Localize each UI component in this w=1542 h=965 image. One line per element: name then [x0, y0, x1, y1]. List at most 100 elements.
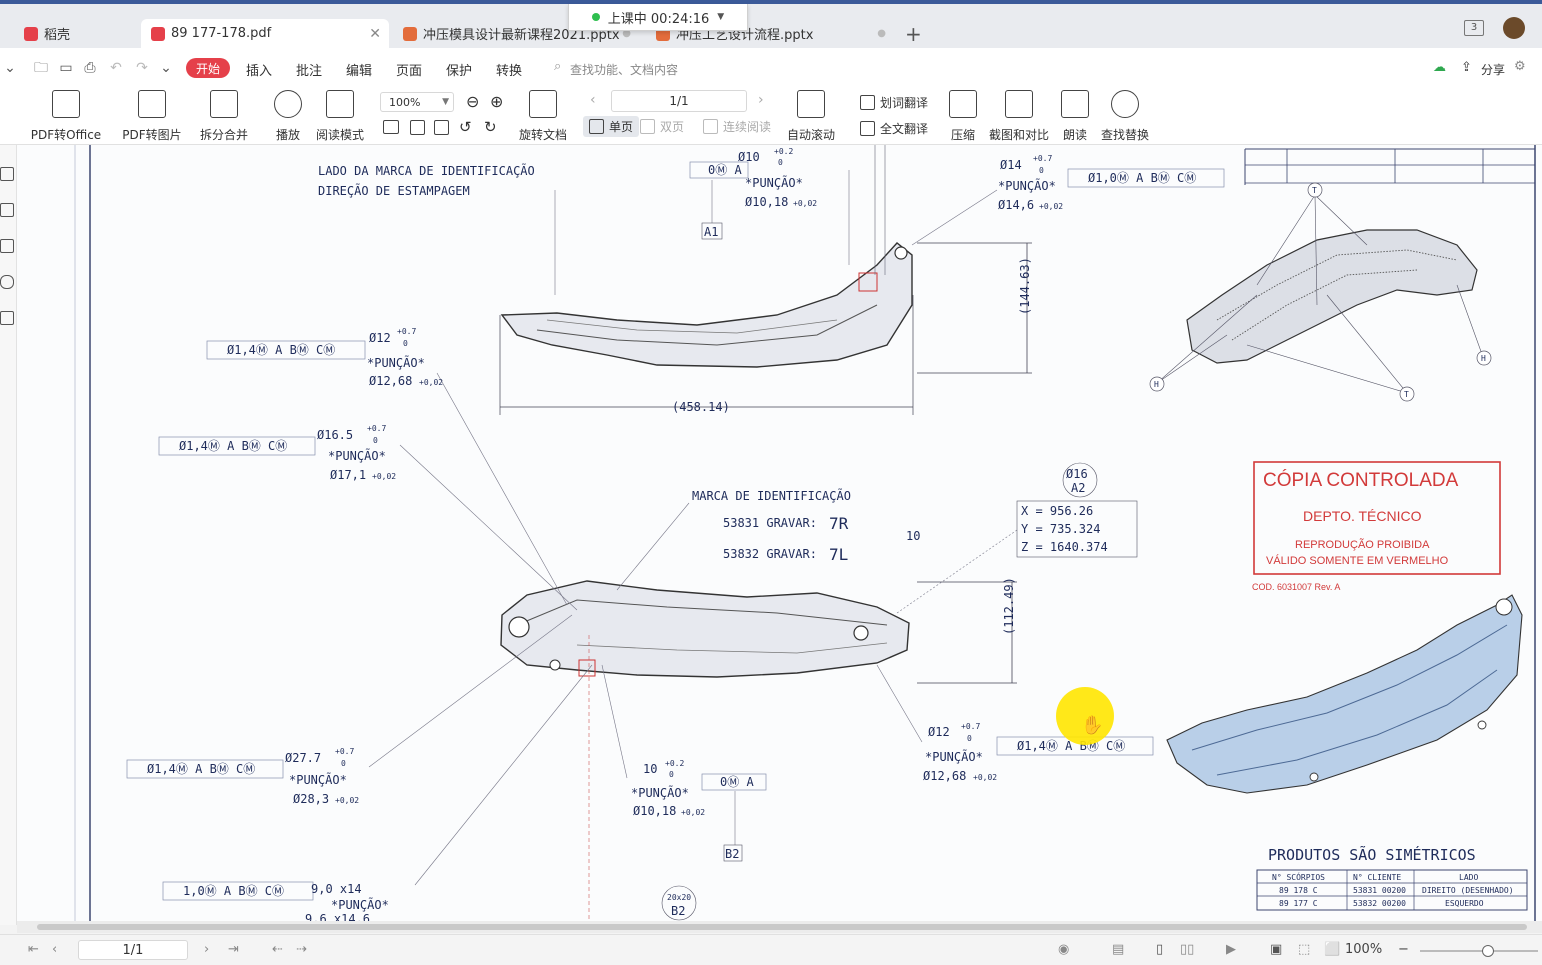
back-icon[interactable]: ⇠	[272, 942, 283, 957]
zoom-out-icon[interactable]: −	[1398, 942, 1409, 957]
forward-icon[interactable]: ⇢	[296, 942, 307, 957]
rotate-right-icon[interactable]: ↻	[484, 118, 497, 136]
zoom-in-icon[interactable]: ⊕	[490, 92, 503, 111]
avatar[interactable]	[1503, 17, 1525, 39]
menu-start[interactable]: 开始	[186, 58, 230, 78]
attachment-icon[interactable]	[0, 275, 14, 289]
open-folder-icon[interactable]: 🗀	[33, 60, 49, 76]
word-translate-button[interactable]: 划词翻译	[860, 94, 928, 111]
hole-2-tol-up: +0.7	[367, 424, 386, 433]
fit-width-icon[interactable]: ⬜	[1324, 942, 1340, 957]
tag-t-1: T	[1312, 186, 1317, 195]
dimension-112: (112.49)	[1002, 577, 1016, 635]
hole-4-puncao: *PUNÇÃO*	[745, 175, 803, 190]
read-mode-button[interactable]: 阅读模式	[314, 90, 366, 143]
search-icon[interactable]: ⌕	[554, 59, 561, 74]
share-button[interactable]: 分享	[1481, 61, 1505, 78]
menu-insert[interactable]: 插入	[246, 60, 272, 79]
double-page-view-icon[interactable]: ▯▯	[1180, 942, 1194, 957]
menu-annotate[interactable]: 批注	[296, 60, 322, 79]
next-page-icon[interactable]: ›	[204, 942, 209, 957]
class-timer-label: 上课中 00:24:16	[607, 11, 710, 27]
actual-size-icon[interactable]: ▣	[1270, 942, 1282, 957]
hole-6-size: Ø12	[928, 725, 950, 739]
signature-icon[interactable]	[0, 311, 14, 325]
zoom-slider[interactable]	[1420, 945, 1538, 957]
read-aloud-label: 朗读	[1062, 128, 1087, 142]
class-timer[interactable]: 上课中 00:24:16 ▼	[568, 4, 748, 31]
read-aloud-button[interactable]: 朗读	[1061, 90, 1089, 143]
menu-page[interactable]: 页面	[396, 60, 422, 79]
hole-3-tol-up: +0.7	[335, 747, 354, 756]
zoom-select[interactable]: 100% ▼	[380, 92, 454, 112]
hole-1-size: Ø12	[369, 331, 391, 345]
compress-button[interactable]: 压缩	[948, 90, 978, 143]
find-replace-button[interactable]: 查找替换	[1100, 90, 1150, 143]
pdf-to-office-button[interactable]: PDF转Office	[28, 90, 104, 143]
cloud-sync-icon[interactable]: ☁	[1433, 60, 1446, 75]
search-input[interactable]: 查找功能、文档内容	[570, 61, 678, 78]
hole-5-punch: Ø14,6	[998, 198, 1034, 212]
page-layout-icon[interactable]: ▤	[1112, 942, 1124, 957]
menu-edit[interactable]: 编辑	[346, 60, 372, 79]
redo-icon[interactable]: ↷	[134, 60, 150, 76]
continuous-read-button[interactable]: 连续阅读	[703, 118, 771, 135]
rotate-left-icon[interactable]: ↺	[459, 118, 472, 136]
window-count-badge[interactable]: 3	[1464, 20, 1484, 36]
page-number-value: 1/1	[669, 94, 689, 108]
hole-5-puncao: *PUNÇÃO*	[998, 178, 1056, 193]
hole-7-puncao: *PUNÇÃO*	[631, 785, 689, 800]
status-page-input[interactable]: 1/1	[78, 940, 188, 960]
prev-page-icon[interactable]: ‹	[52, 942, 57, 957]
more-chevron-icon[interactable]: ⌄	[158, 60, 174, 76]
fit-width-icon[interactable]	[434, 120, 454, 135]
zoom-out-icon[interactable]: ⊖	[466, 92, 479, 111]
fit-page-icon[interactable]: ⬚	[1298, 942, 1310, 957]
next-page-icon[interactable]: ›	[758, 92, 764, 108]
rotate-doc-button[interactable]: 旋转文档	[518, 90, 568, 143]
auto-scroll-label: 自动滚动	[786, 128, 835, 142]
page-icon[interactable]	[0, 239, 14, 253]
play-button[interactable]: 播放	[271, 90, 305, 143]
full-translate-icon	[860, 121, 875, 136]
pdf-to-image-button[interactable]: PDF转图片	[120, 90, 184, 143]
tab-docer[interactable]: 稻壳	[14, 19, 138, 48]
fit-page-icon[interactable]	[410, 120, 430, 135]
split-merge-button[interactable]: 拆分合并	[194, 90, 254, 143]
eye-protect-icon[interactable]: ◉	[1058, 942, 1069, 957]
save-icon[interactable]: ▭	[58, 60, 74, 76]
menu-protect[interactable]: 保护	[446, 60, 472, 79]
page-number-input[interactable]: 1/1	[611, 90, 747, 112]
hole-1-tol-up: +0.7	[397, 327, 416, 336]
single-page-view-icon[interactable]: ▯	[1156, 942, 1163, 957]
screenshot-compare-button[interactable]: 截图和对比	[988, 90, 1050, 143]
play-icon[interactable]: ▶	[1226, 942, 1236, 957]
settings-icon[interactable]: ⚙	[1514, 59, 1526, 74]
prev-page-icon[interactable]: ‹	[590, 92, 596, 108]
double-page-button[interactable]: 双页	[640, 118, 684, 135]
close-tab-icon[interactable]: ✕	[369, 26, 381, 42]
actual-size-icon[interactable]	[383, 120, 404, 134]
share-icon[interactable]: ⇪	[1461, 60, 1472, 75]
status-zoom-value[interactable]: 100%	[1345, 942, 1382, 957]
zoom-slider-handle[interactable]	[1482, 945, 1494, 957]
stamp-code: COD. 6031007 Rev. A	[1252, 582, 1340, 592]
auto-scroll-button[interactable]: 自动滚动	[782, 90, 840, 143]
horizontal-scrollbar[interactable]	[17, 921, 1542, 933]
new-tab-icon[interactable]: +	[905, 22, 922, 46]
full-translate-button[interactable]: 全文翻译	[860, 120, 928, 137]
scrollbar-thumb[interactable]	[37, 924, 1527, 930]
word-translate-label: 划词翻译	[880, 96, 929, 110]
first-page-icon[interactable]: ⇤	[28, 942, 39, 957]
chevron-down-icon[interactable]: ⌄	[2, 60, 18, 76]
print-icon[interactable]: ⎙	[82, 60, 98, 76]
compress-label: 压缩	[950, 128, 975, 142]
last-page-icon[interactable]: ⇥	[228, 942, 239, 957]
thumbnail-icon[interactable]	[0, 203, 14, 217]
single-page-button[interactable]: 单页	[583, 116, 640, 137]
tab-pdf-active[interactable]: 89 177-178.pdf ✕	[141, 19, 389, 48]
undo-icon[interactable]: ↶	[108, 60, 124, 76]
bookmark-icon[interactable]	[0, 167, 14, 181]
menu-convert[interactable]: 转换	[496, 60, 522, 79]
pdf-page-view[interactable]: LADO DA MARCA DE IDENTIFICAÇÃO DIREÇÃO D…	[17, 145, 1542, 921]
